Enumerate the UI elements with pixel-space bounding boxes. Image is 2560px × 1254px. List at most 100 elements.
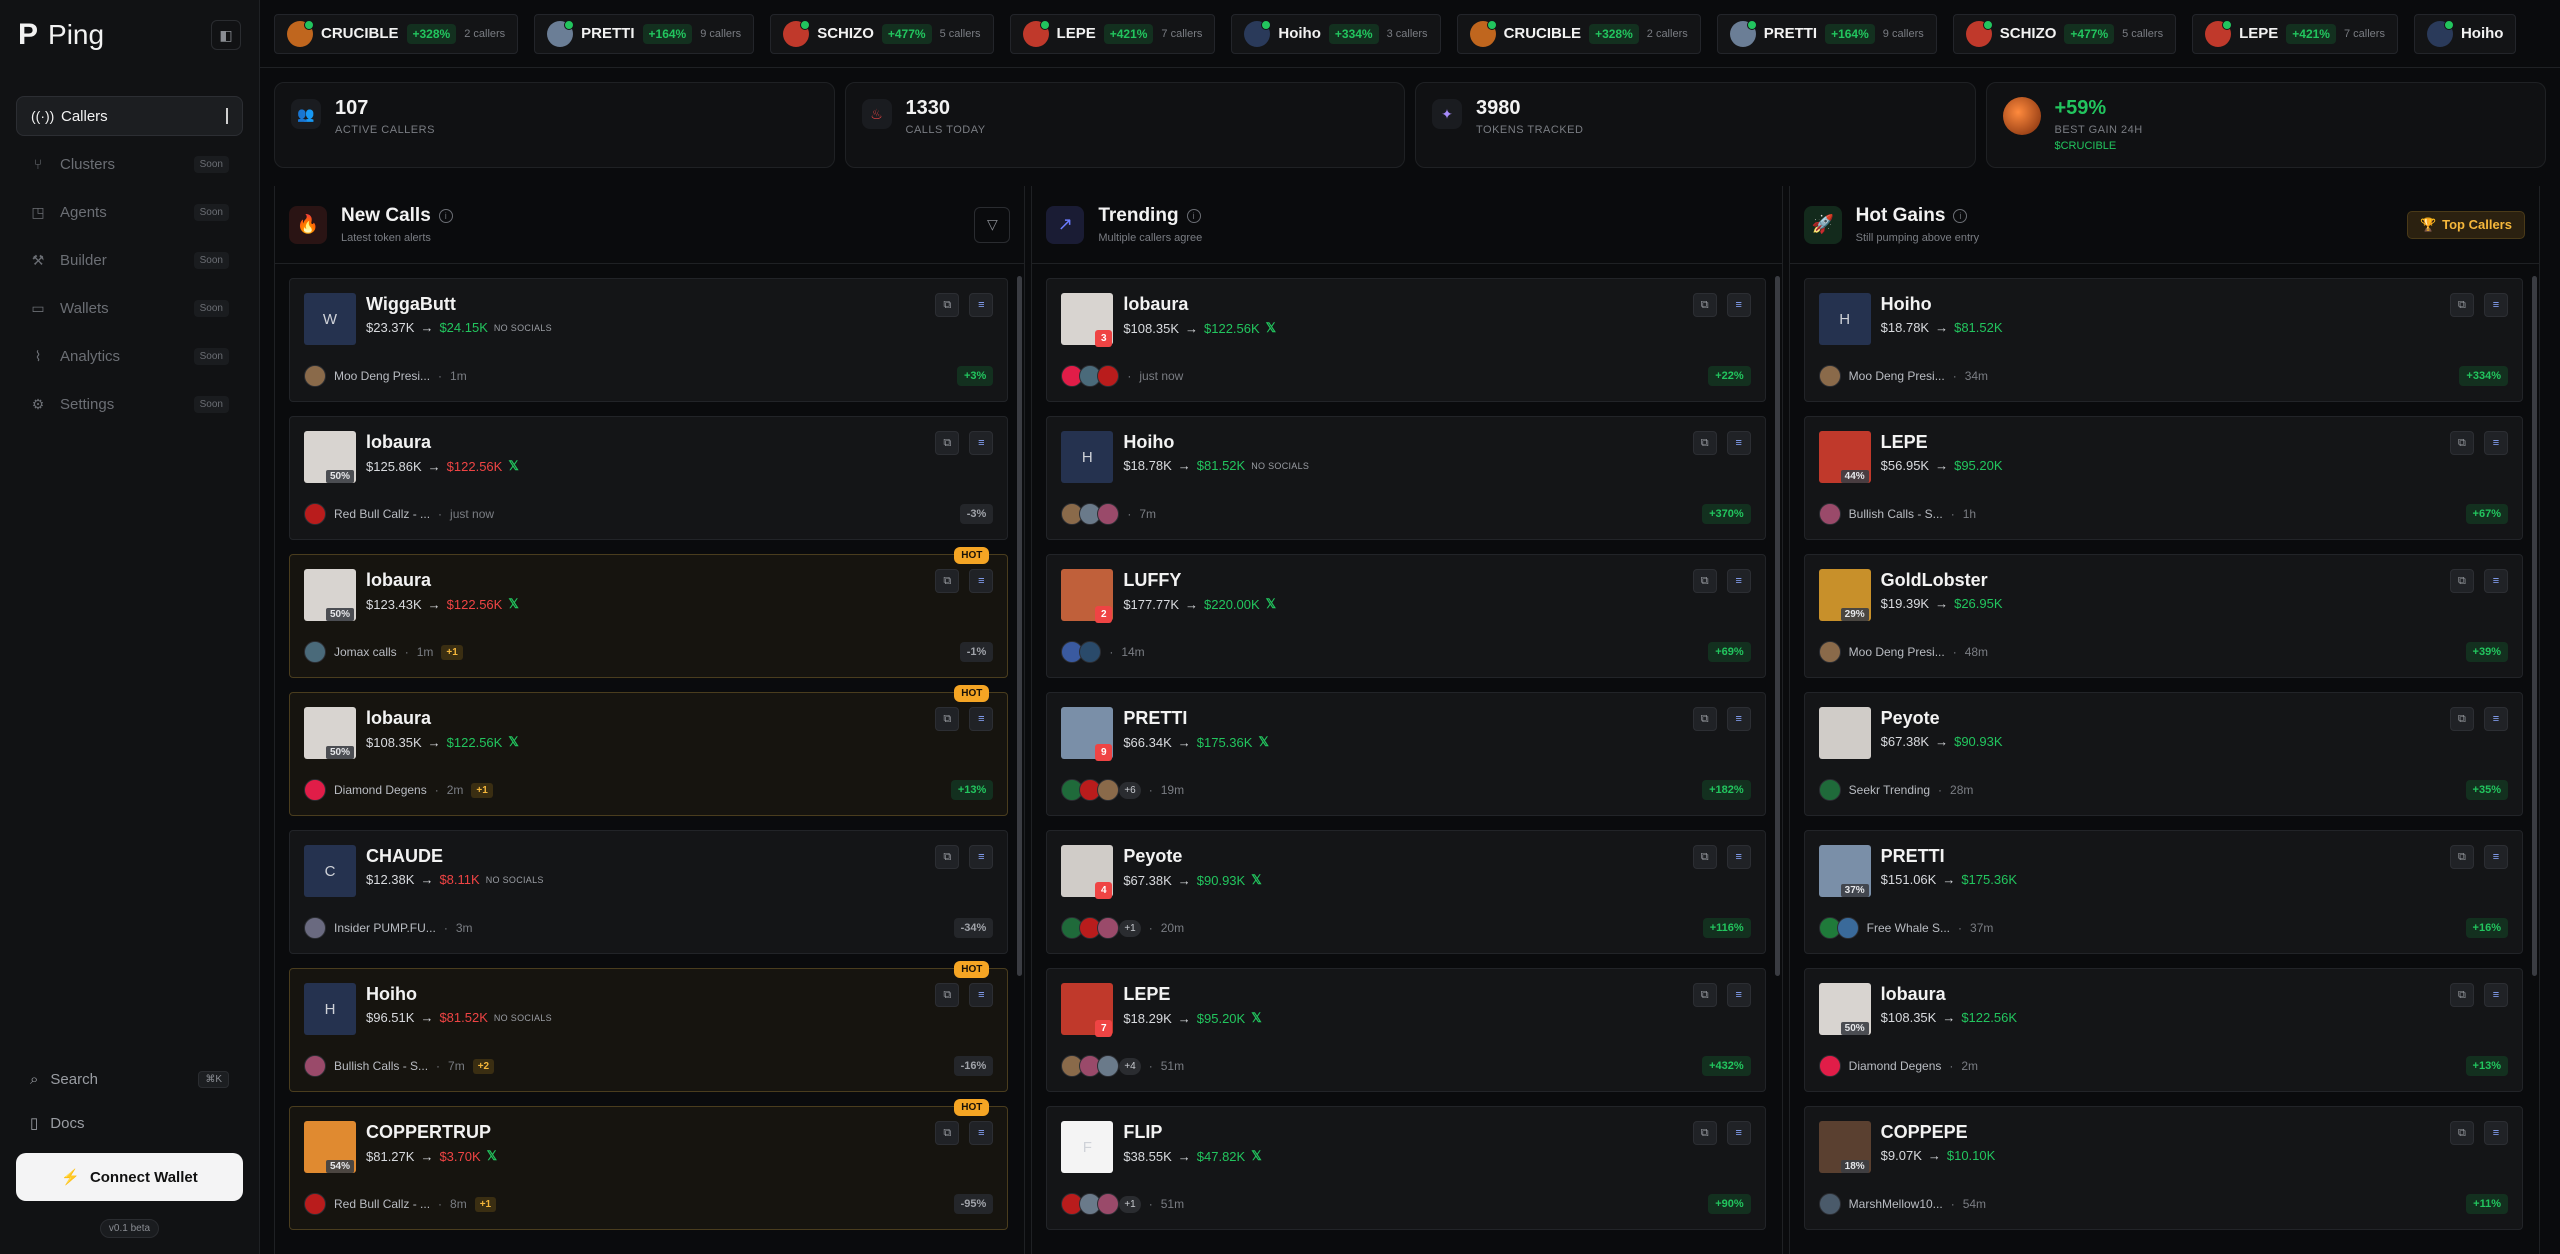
ticker-item[interactable]: PRETTI +164% 9 callers — [1716, 13, 1937, 54]
token-card[interactable]: H Hoiho $18.78K → $81.52K NO SOCIALS ⧉ ≡ · 7m +370… — [1046, 416, 1766, 540]
token-card[interactable]: 44% LEPE $56.95K → $95.20K ⧉ ≡ Bullish Calls - … — [1803, 416, 2523, 540]
solana-button[interactable]: ≡ — [2483, 431, 2508, 455]
x-social-icon[interactable]: 𝕏 — [508, 734, 518, 750]
ticker-item[interactable]: PRETTI +164% 9 callers — [534, 13, 755, 54]
copy-button[interactable]: ⧉ — [1692, 569, 1717, 593]
solana-button[interactable]: ≡ — [1726, 569, 1751, 593]
copy-button[interactable]: ⧉ — [1692, 293, 1717, 317]
caller-name[interactable]: Red Bull Callz - ... — [334, 507, 430, 521]
sidebar-item-builder[interactable]: ⚒ Builder Soon — [16, 240, 243, 280]
solana-button[interactable]: ≡ — [969, 707, 994, 731]
scrollbar[interactable] — [2531, 276, 2537, 976]
caller-name[interactable]: Moo Deng Presi... — [334, 369, 430, 383]
token-card[interactable]: Peyote $67.38K → $90.93K ⧉ ≡ Seekr Trending · 28… — [1803, 692, 2523, 816]
scrollbar[interactable] — [1774, 276, 1780, 976]
caller-avatar[interactable] — [304, 779, 326, 801]
brand-logo-link[interactable]: P Ping — [18, 18, 104, 52]
x-social-icon[interactable]: 𝕏 — [1266, 320, 1276, 336]
solana-button[interactable]: ≡ — [969, 1121, 994, 1145]
caller-avatar[interactable] — [304, 917, 326, 939]
ticker-item[interactable]: Hoiho +334% 3 callers — [1231, 13, 1441, 54]
x-social-icon[interactable]: 𝕏 — [1251, 1148, 1261, 1164]
copy-button[interactable]: ⧉ — [2449, 1121, 2474, 1145]
token-card[interactable]: 37% PRETTI $151.06K → $175.36K ⧉ ≡ Free Whale S… — [1803, 830, 2523, 954]
solana-button[interactable]: ≡ — [2483, 707, 2508, 731]
ticker-item[interactable]: CRUCIBLE +328% 2 callers — [1456, 13, 1701, 54]
token-card[interactable]: 7 LEPE $18.29K → $95.20K 𝕏 ⧉ ≡ +4 · 51m +432% — [1046, 968, 1766, 1092]
solana-button[interactable]: ≡ — [969, 431, 994, 455]
copy-button[interactable]: ⧉ — [2449, 431, 2474, 455]
ticker-item[interactable]: CRUCIBLE +328% 2 callers — [274, 13, 519, 54]
token-card[interactable]: H Hoiho $18.78K → $81.52K ⧉ ≡ Moo Deng Presi...… — [1803, 278, 2523, 402]
caller-avatar[interactable] — [1818, 1055, 1841, 1077]
caller-name[interactable]: Diamond Degens — [1849, 1059, 1942, 1073]
x-social-icon[interactable]: 𝕏 — [1258, 734, 1268, 750]
copy-button[interactable]: ⧉ — [1692, 845, 1717, 869]
copy-button[interactable]: ⧉ — [1692, 431, 1717, 455]
caller-avatar[interactable] — [1097, 503, 1120, 525]
caller-avatar[interactable] — [1097, 779, 1120, 801]
caller-avatar[interactable] — [1097, 917, 1120, 939]
solana-button[interactable]: ≡ — [969, 845, 994, 869]
copy-button[interactable]: ⧉ — [935, 845, 960, 869]
caller-avatar[interactable] — [304, 365, 326, 387]
solana-button[interactable]: ≡ — [1726, 293, 1751, 317]
caller-name[interactable]: Free Whale S... — [1867, 921, 1950, 935]
caller-name[interactable]: Bullish Calls - S... — [334, 1059, 428, 1073]
copy-button[interactable]: ⧉ — [935, 1121, 960, 1145]
solana-button[interactable]: ≡ — [969, 293, 994, 317]
best-gain-token[interactable]: $CRUCIBLE — [2055, 140, 2143, 152]
filter-button[interactable]: ▽ — [974, 206, 1011, 243]
caller-avatar[interactable] — [1818, 503, 1841, 525]
docs-link[interactable]: ▯ Docs — [16, 1101, 243, 1145]
token-card[interactable]: C CHAUDE $12.38K → $8.11K NO SOCIALS ⧉ ≡ Insider… — [289, 830, 1009, 954]
x-social-icon[interactable]: 𝕏 — [1251, 1010, 1261, 1026]
caller-name[interactable]: Bullish Calls - S... — [1849, 507, 1943, 521]
caller-avatar[interactable] — [304, 1055, 326, 1077]
copy-button[interactable]: ⧉ — [935, 293, 960, 317]
solana-button[interactable]: ≡ — [969, 983, 994, 1007]
caller-name[interactable]: Moo Deng Presi... — [1849, 369, 1945, 383]
caller-avatar[interactable] — [304, 503, 326, 525]
token-card[interactable]: W WiggaButt $23.37K → $24.15K NO SOCIALS ⧉ ≡ Moo… — [289, 278, 1009, 402]
solana-button[interactable]: ≡ — [969, 569, 994, 593]
ticker-item[interactable]: LEPE +421% 7 callers — [1009, 13, 1216, 54]
caller-avatar[interactable] — [1818, 641, 1841, 663]
solana-button[interactable]: ≡ — [2483, 1121, 2508, 1145]
token-card[interactable]: 29% GoldLobster $19.39K → $26.95K ⧉ ≡ Moo Deng … — [1803, 554, 2523, 678]
copy-button[interactable]: ⧉ — [2449, 569, 2474, 593]
token-card[interactable]: HOT 54% COPPERTRUP $81.27K → $3.70K 𝕏 ⧉ ≡ Red Bul… — [289, 1099, 1009, 1230]
caller-avatar[interactable] — [1079, 641, 1102, 663]
info-icon[interactable]: i — [1186, 209, 1201, 223]
token-card[interactable]: 2 LUFFY $177.77K → $220.00K 𝕏 ⧉ ≡ · 14m +69% — [1046, 554, 1766, 678]
token-card[interactable]: HOT 50% lobaura $123.43K → $122.56K 𝕏 ⧉ ≡ Jomax c… — [289, 547, 1009, 678]
copy-button[interactable]: ⧉ — [935, 431, 960, 455]
copy-button[interactable]: ⧉ — [935, 983, 960, 1007]
copy-button[interactable]: ⧉ — [1692, 983, 1717, 1007]
copy-button[interactable]: ⧉ — [1692, 707, 1717, 731]
token-card[interactable]: 50% lobaura $108.35K → $122.56K ⧉ ≡ Diamond Deg… — [1803, 968, 2523, 1092]
x-social-icon[interactable]: 𝕏 — [508, 596, 518, 612]
caller-name[interactable]: Moo Deng Presi... — [1849, 645, 1945, 659]
caller-avatar[interactable] — [1097, 1193, 1120, 1215]
ticker-item[interactable]: Hoiho — [2413, 13, 2517, 54]
solana-button[interactable]: ≡ — [2483, 569, 2508, 593]
solana-button[interactable]: ≡ — [2483, 293, 2508, 317]
token-card[interactable]: 3 lobaura $108.35K → $122.56K 𝕏 ⧉ ≡ · just now +22… — [1046, 278, 1766, 402]
ticker-item[interactable]: SCHIZO +477% 5 callers — [770, 13, 994, 54]
copy-button[interactable]: ⧉ — [935, 707, 960, 731]
sidebar-item-agents[interactable]: ◳ Agents Soon — [16, 192, 243, 232]
connect-wallet-button[interactable]: ⚡ Connect Wallet — [16, 1153, 243, 1201]
caller-name[interactable]: Diamond Degens — [334, 783, 427, 797]
caller-name[interactable]: Insider PUMP.FU... — [334, 921, 436, 935]
caller-avatar[interactable] — [1836, 917, 1859, 939]
copy-button[interactable]: ⧉ — [2449, 845, 2474, 869]
caller-avatar[interactable] — [1818, 365, 1841, 387]
info-icon[interactable]: i — [1953, 209, 1968, 223]
sidebar-item-clusters[interactable]: ⑂ Clusters Soon — [16, 144, 243, 184]
caller-name[interactable]: MarshMellow10... — [1849, 1197, 1943, 1211]
copy-button[interactable]: ⧉ — [1692, 1121, 1717, 1145]
sidebar-collapse-button[interactable]: ◧ — [211, 20, 241, 50]
copy-button[interactable]: ⧉ — [935, 569, 960, 593]
top-callers-button[interactable]: 🏆 Top Callers — [2406, 210, 2525, 239]
